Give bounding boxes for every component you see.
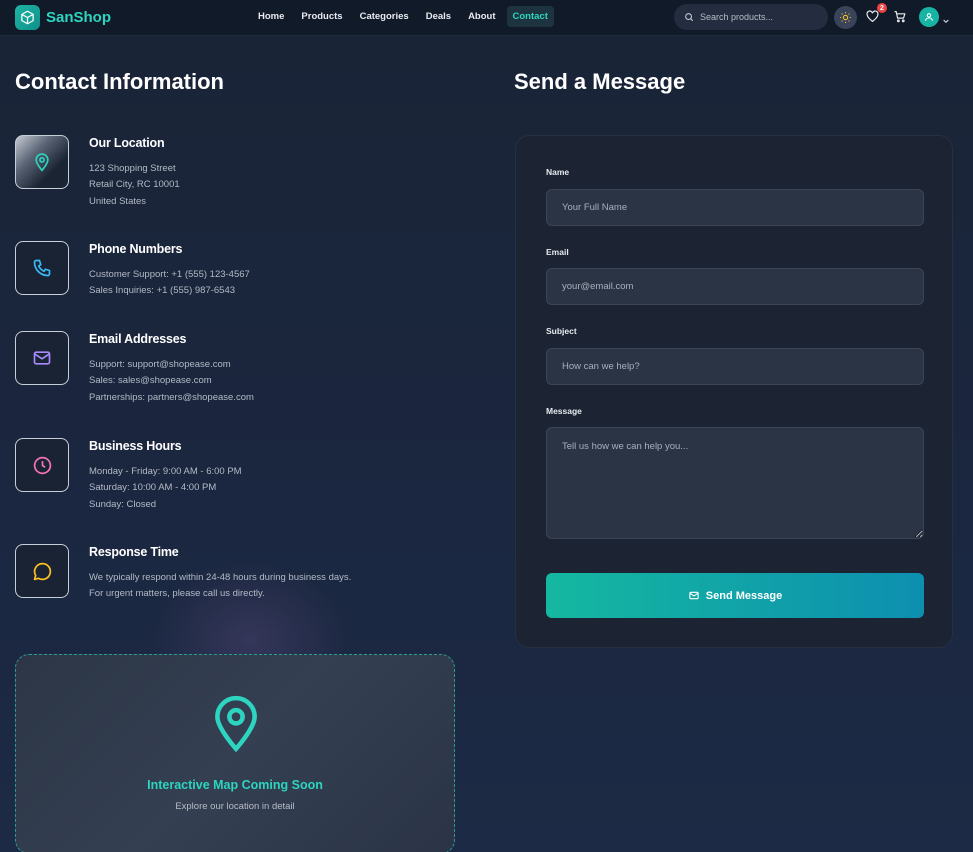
send-message-title: Send a Message	[514, 69, 686, 94]
name-label: Name	[546, 167, 570, 177]
response-title: Response Time	[89, 545, 179, 559]
map-pin-icon	[211, 695, 261, 758]
nav-link-categories[interactable]: Categories	[354, 6, 415, 27]
contact-info-title: Contact Information	[15, 69, 224, 94]
nav-link-about[interactable]: About	[462, 6, 501, 27]
nav-link-home[interactable]: Home	[252, 6, 290, 27]
hours-line: Sunday: Closed	[89, 498, 157, 510]
brand-logo[interactable]: SanShop	[15, 5, 111, 30]
hours-icon-box	[15, 438, 69, 492]
cart-icon	[894, 11, 906, 23]
contact-form: Name Email Subject Message Send Message	[515, 135, 953, 648]
location-line: Retail City, RC 10001	[89, 179, 180, 191]
subject-label: Subject	[546, 326, 577, 336]
chevron-down-icon[interactable]	[942, 12, 950, 30]
heart-icon	[866, 10, 879, 23]
map-subtitle: Explore our location in detail	[175, 801, 295, 812]
location-info: Our Location 123 Shopping Street Retail …	[15, 135, 180, 210]
hours-line: Saturday: 10:00 AM - 4:00 PM	[89, 482, 217, 494]
sun-icon	[840, 12, 851, 23]
name-field[interactable]	[546, 189, 924, 226]
email-label: Email	[546, 247, 569, 257]
clock-icon	[33, 456, 51, 474]
nav-link-deals[interactable]: Deals	[420, 6, 457, 27]
phone-title: Phone Numbers	[89, 242, 183, 256]
mail-icon	[689, 591, 699, 600]
hours-info: Business Hours Monday - Friday: 9:00 AM …	[15, 438, 242, 513]
location-icon-box	[15, 135, 69, 189]
chat-bubble-icon	[33, 562, 51, 580]
mail-icon	[33, 351, 51, 365]
search-icon	[685, 13, 694, 22]
map-pin-icon	[35, 153, 49, 172]
response-icon-box	[15, 544, 69, 598]
top-navbar: SanShop Home Products Categories Deals A…	[0, 0, 973, 36]
email-title: Email Addresses	[89, 332, 187, 346]
nav-link-products[interactable]: Products	[295, 6, 348, 27]
location-line: United States	[89, 195, 147, 207]
email-icon-box	[15, 331, 69, 385]
email-line: Sales: sales@shopease.com	[89, 375, 212, 387]
cube-icon	[15, 5, 40, 30]
user-avatar-button[interactable]	[919, 7, 939, 27]
search-bar	[674, 4, 828, 30]
map-placeholder: Interactive Map Coming Soon Explore our …	[15, 654, 455, 852]
response-line: We typically respond within 24-48 hours …	[89, 572, 352, 583]
message-field[interactable]	[546, 427, 924, 539]
map-title: Interactive Map Coming Soon	[147, 778, 323, 792]
subject-field[interactable]	[546, 348, 924, 385]
location-line: 123 Shopping Street	[89, 163, 176, 174]
email-line: Support: support@shopease.com	[89, 359, 231, 370]
phone-line: Sales Inquiries: +1 (555) 987-6543	[89, 285, 236, 297]
phone-icon-box	[15, 241, 69, 295]
theme-toggle-button[interactable]	[834, 6, 857, 29]
phone-info: Phone Numbers Customer Support: +1 (555)…	[15, 241, 250, 300]
email-field[interactable]	[546, 268, 924, 305]
send-message-label: Send Message	[705, 589, 783, 602]
hours-title: Business Hours	[89, 439, 182, 453]
nav-link-contact[interactable]: Contact	[506, 6, 554, 27]
email-info: Email Addresses Support: support@shopeas…	[15, 331, 254, 406]
wishlist-button[interactable]	[866, 10, 879, 28]
search-input[interactable]	[700, 12, 820, 22]
phone-line: Customer Support: +1 (555) 123-4567	[89, 269, 250, 280]
location-title: Our Location	[89, 136, 165, 150]
email-line: Partnerships: partners@shopease.com	[89, 391, 254, 403]
hours-line: Monday - Friday: 9:00 AM - 6:00 PM	[89, 466, 242, 477]
main-nav: Home Products Categories Deals About Con…	[252, 6, 559, 27]
message-label: Message	[546, 406, 582, 416]
response-info: Response Time We typically respond withi…	[15, 544, 351, 603]
wishlist-count-badge: 2	[877, 3, 887, 13]
response-line: For urgent matters, please call us direc…	[89, 588, 265, 600]
brand-name: SanShop	[46, 9, 112, 26]
send-message-button[interactable]: Send Message	[546, 573, 924, 618]
user-icon	[925, 13, 933, 21]
cart-button[interactable]	[893, 10, 907, 28]
phone-icon	[33, 259, 51, 277]
